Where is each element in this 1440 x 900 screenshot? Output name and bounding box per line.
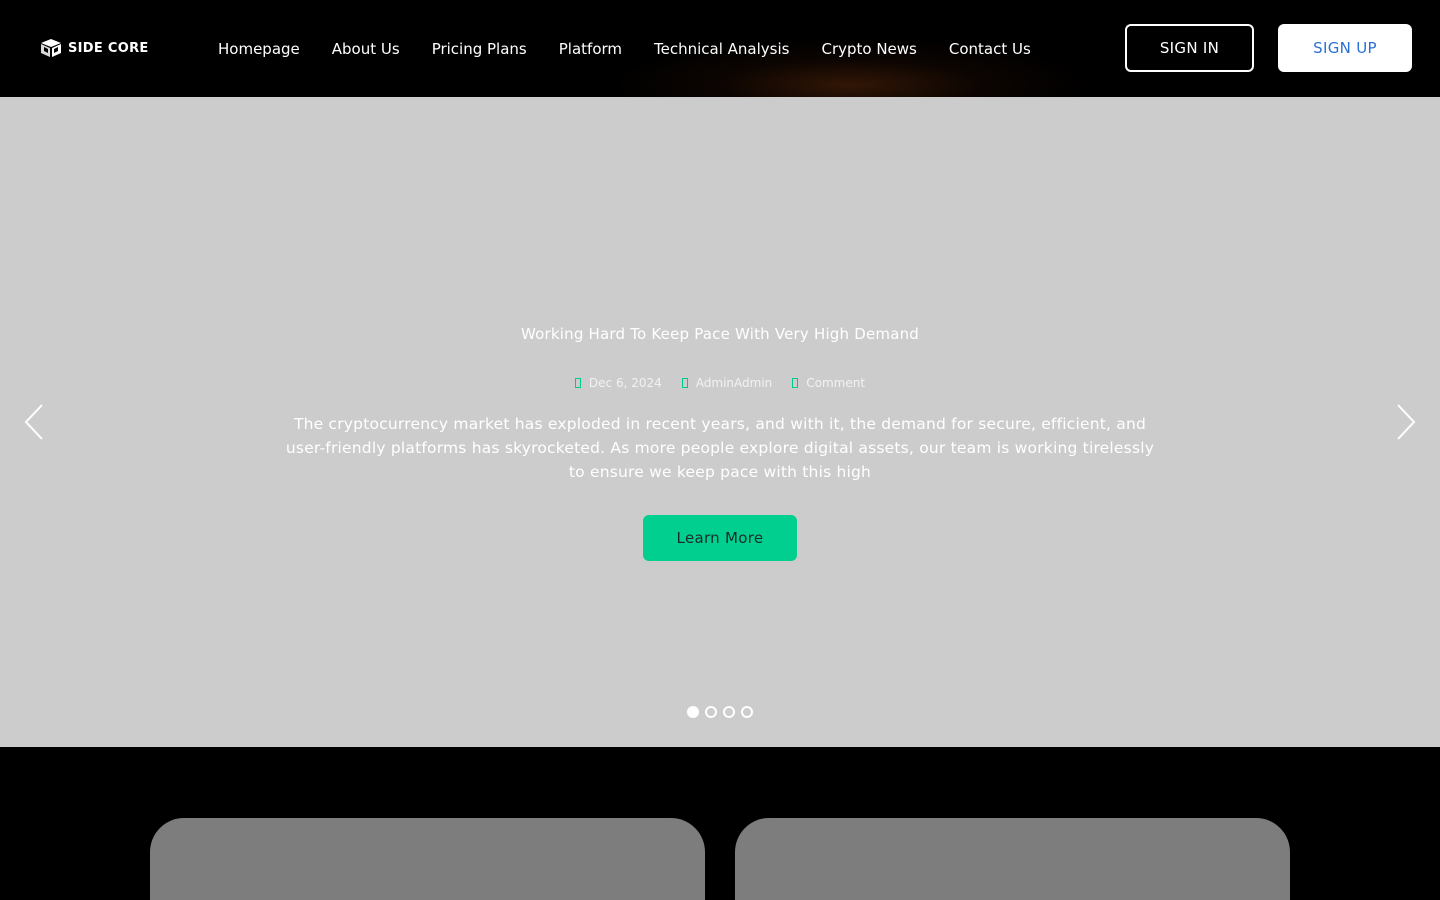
slider-dot-2[interactable] xyxy=(705,706,717,718)
chevron-right-icon xyxy=(1397,404,1416,440)
meta-author[interactable]: AdminAdmin xyxy=(681,376,773,390)
hero-slider: Working Hard To Keep Pace With Very High… xyxy=(0,97,1440,747)
nav-item-about-us[interactable]: About Us xyxy=(332,40,400,58)
slider-pagination xyxy=(0,706,1440,718)
learn-more-button[interactable]: Learn More xyxy=(643,515,797,561)
feature-card xyxy=(150,818,705,900)
meta-date-text: Dec 6, 2024 xyxy=(588,376,662,390)
slider-dot-3[interactable] xyxy=(723,706,735,718)
slider-dot-4[interactable] xyxy=(741,706,753,718)
calendar-icon xyxy=(574,378,581,388)
sign-up-button[interactable]: SIGN UP xyxy=(1278,24,1412,72)
main-nav: Homepage About Us Pricing Plans Platform… xyxy=(218,0,1031,97)
slide-meta: Dec 6, 2024 AdminAdmin Comment xyxy=(0,376,1440,390)
sign-in-button[interactable]: SIGN IN xyxy=(1125,24,1254,72)
user-icon xyxy=(681,378,688,388)
nav-item-homepage[interactable]: Homepage xyxy=(218,40,300,58)
meta-comment-text: Comment xyxy=(806,376,866,390)
meta-date: Dec 6, 2024 xyxy=(574,376,662,390)
slide-description: The cryptocurrency market has exploded i… xyxy=(285,415,1155,481)
nav-item-crypto-news[interactable]: Crypto News xyxy=(821,40,916,58)
slide-title: Working Hard To Keep Pace With Very High… xyxy=(520,325,920,343)
comment-icon xyxy=(792,378,799,388)
slider-next-button[interactable] xyxy=(1394,402,1418,442)
site-header: SIDE CORE Homepage About Us Pricing Plan… xyxy=(0,0,1440,97)
chevron-left-icon xyxy=(24,404,43,440)
brand-name: SIDE CORE xyxy=(68,40,149,56)
nav-item-contact-us[interactable]: Contact Us xyxy=(949,40,1031,58)
nav-item-pricing-plans[interactable]: Pricing Plans xyxy=(432,40,527,58)
slider-prev-button[interactable] xyxy=(22,402,46,442)
meta-author-text: AdminAdmin xyxy=(695,376,773,390)
meta-comment[interactable]: Comment xyxy=(792,376,865,390)
logo-cube-icon xyxy=(41,39,61,57)
nav-item-platform[interactable]: Platform xyxy=(559,40,622,58)
slider-dot-1[interactable] xyxy=(687,706,699,718)
nav-item-technical-analysis[interactable]: Technical Analysis xyxy=(654,40,789,58)
brand-logo[interactable]: SIDE CORE xyxy=(40,38,149,58)
feature-card xyxy=(735,818,1290,900)
